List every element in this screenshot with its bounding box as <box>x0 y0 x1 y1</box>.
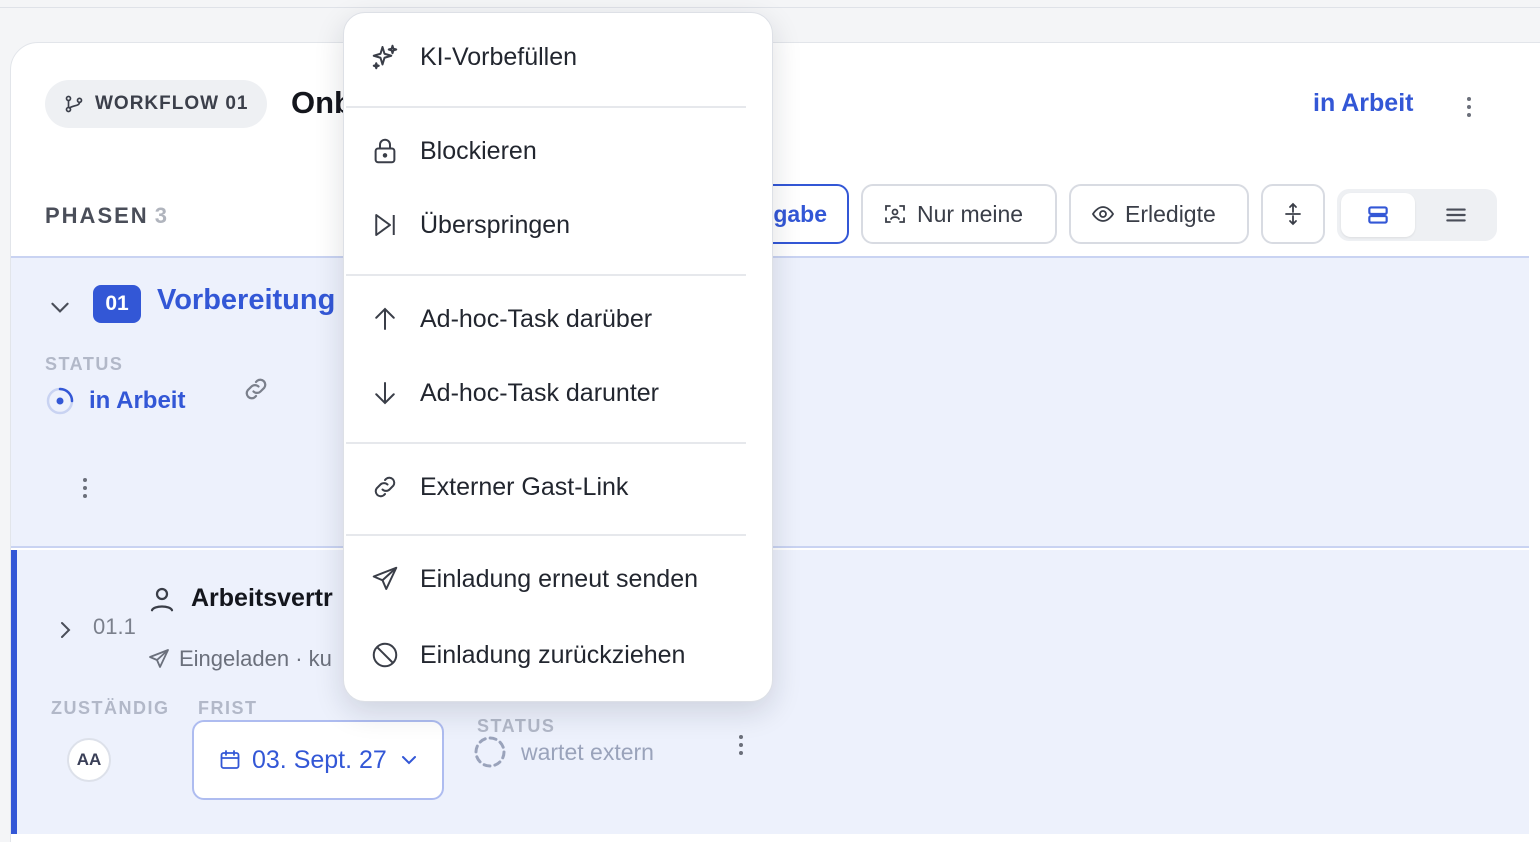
menu-item-label: Ad-hoc-Task darunter <box>420 378 660 407</box>
branch-icon <box>65 95 83 113</box>
assignee-avatar[interactable]: AA <box>67 738 111 782</box>
arrow-down-icon <box>375 382 395 405</box>
task-subtitle: Eingeladen · ku <box>147 646 332 672</box>
menu-divider <box>346 106 746 108</box>
menu-item-label: KI-Vorbefüllen <box>420 42 578 71</box>
focus-person-icon <box>885 205 905 223</box>
ban-icon <box>372 642 398 668</box>
nur-meine-label: Nur meine <box>917 200 1024 227</box>
chevron-right-icon[interactable] <box>53 618 77 642</box>
phases-label: PHASEN <box>45 203 149 228</box>
phase-status-label: STATUS <box>45 354 124 374</box>
workflow-status[interactable]: in Arbeit <box>1313 89 1413 118</box>
phase-more-icon[interactable] <box>73 473 97 503</box>
menu-item-block[interactable]: Blockieren <box>344 123 774 179</box>
menu-divider <box>346 442 746 444</box>
person-icon <box>150 587 174 612</box>
expand-vertical-icon <box>1285 202 1301 226</box>
task-subtitle-text: Eingeladen · ku <box>179 646 332 671</box>
workflow-badge: WORKFLOW 01 <box>45 80 267 128</box>
eye-icon <box>1091 206 1115 222</box>
phase-status-value: in Arbeit <box>89 387 186 414</box>
menu-item-label: Externer Gast-Link <box>420 472 629 501</box>
expand-collapse-button[interactable] <box>1261 184 1325 244</box>
menu-divider <box>346 274 746 276</box>
sparkles-icon <box>372 44 398 70</box>
menu-item-ki-prefill[interactable]: KI-Vorbefüllen <box>344 29 774 85</box>
chevron-down-icon[interactable] <box>47 294 73 320</box>
send-icon <box>149 649 169 668</box>
assignee-label: ZUSTÄNDIG <box>51 698 170 718</box>
card-view-toggle[interactable] <box>1341 193 1415 237</box>
workflow-more-icon[interactable] <box>1457 91 1481 123</box>
deadline-picker[interactable]: 03. Sept. 27 <box>192 720 444 800</box>
phase-status[interactable]: in Arbeit <box>45 386 185 416</box>
menu-item-label: Blockieren <box>420 136 537 165</box>
task-more-icon[interactable] <box>729 730 753 760</box>
menu-item-label: Einladung erneut senden <box>420 564 699 593</box>
phases-heading: PHASEN 3 <box>45 203 169 229</box>
calendar-icon <box>220 750 240 769</box>
menu-item-adhoc-above[interactable]: Ad-hoc-Task darüber <box>344 291 774 347</box>
erledigte-button[interactable]: Erledigte <box>1069 184 1249 244</box>
lock-icon <box>374 138 396 164</box>
task-status[interactable]: wartet extern <box>473 735 654 769</box>
menu-item-guest-link[interactable]: Externer Gast-Link <box>344 459 774 515</box>
menu-item-label: Überspringen <box>420 210 571 239</box>
context-menu: KI-Vorbefüllen Blockieren Überspringen A… <box>343 12 773 702</box>
task-number: 01.1 <box>93 614 136 639</box>
phase-title[interactable]: Vorbereitung <box>157 284 335 317</box>
card-view-icon <box>1368 206 1388 224</box>
list-view-toggle[interactable] <box>1419 193 1493 237</box>
view-toggle <box>1337 189 1497 241</box>
deadline-label: FRIST <box>198 698 258 718</box>
top-bar <box>0 0 1540 8</box>
menu-item-resend-invite[interactable]: Einladung erneut senden <box>344 551 774 607</box>
menu-item-skip[interactable]: Überspringen <box>344 197 774 253</box>
link-icon[interactable] <box>241 374 271 404</box>
arrow-up-icon <box>375 307 395 330</box>
deadline-value: 03. Sept. 27 <box>252 745 387 774</box>
workflow-card: WORKFLOW 01 Onb in Arbeit PHASEN 3 gabe N… <box>10 42 1540 842</box>
task-title[interactable]: Arbeitsvertr <box>191 584 333 613</box>
menu-divider <box>346 534 746 536</box>
menu-item-label: Ad-hoc-Task darüber <box>420 304 653 333</box>
nur-meine-button[interactable]: Nur meine <box>861 184 1057 244</box>
menu-item-withdraw-invite[interactable]: Einladung zurückziehen <box>344 627 774 683</box>
phase-number-badge: 01 <box>93 285 141 323</box>
phases-count: 3 <box>154 203 169 228</box>
task-status-value: wartet extern <box>521 738 654 765</box>
menu-item-adhoc-below[interactable]: Ad-hoc-Task darunter <box>344 365 774 421</box>
in-progress-icon <box>46 387 74 415</box>
skip-forward-icon <box>375 214 395 236</box>
menu-item-label: Einladung zurückziehen <box>420 640 686 669</box>
list-view-icon <box>1446 208 1466 222</box>
send-icon <box>372 566 398 590</box>
chevron-down-icon <box>401 756 416 765</box>
erledigte-label: Erledigte <box>1125 200 1216 227</box>
workflow-badge-label: WORKFLOW 01 <box>95 93 249 114</box>
eingabe-filter-label: gabe <box>773 200 827 227</box>
task-status-label: STATUS <box>477 716 556 736</box>
link-icon <box>374 476 396 498</box>
waiting-icon <box>474 736 506 768</box>
